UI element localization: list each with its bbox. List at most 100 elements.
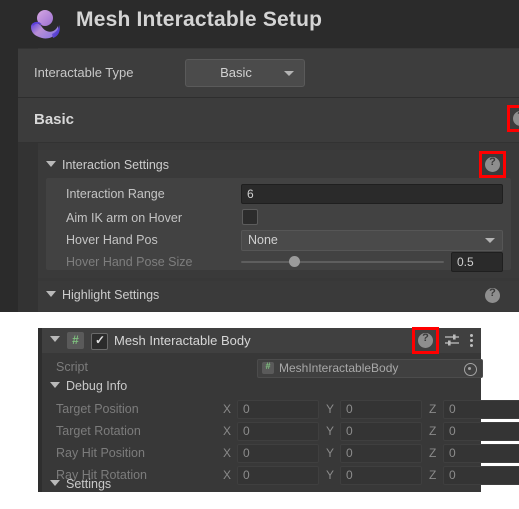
ray-hit-position-x-value: 0 — [243, 446, 250, 460]
script-icon: # — [67, 332, 84, 349]
help-icon[interactable] — [485, 287, 500, 303]
target-position-label: Target Position — [56, 402, 139, 416]
interactable-type-dropdown[interactable]: Basic — [185, 59, 305, 87]
slider-handle[interactable] — [289, 256, 300, 267]
interaction-settings-fields: Interaction Range 6 Aim IK arm on Hover … — [46, 178, 511, 272]
help-icon-highlight — [412, 327, 439, 354]
component-title: Mesh Interactable Body — [114, 333, 251, 348]
triangle-down-icon — [46, 161, 56, 167]
triangle-down-icon — [46, 291, 56, 297]
target-rotation-z-field[interactable]: 0 — [443, 422, 519, 441]
aim-ik-arm-row: Aim IK arm on Hover — [46, 208, 511, 230]
window-title: Mesh Interactable Setup — [76, 8, 323, 31]
window-titlebar: Mesh Interactable Setup — [0, 0, 519, 48]
triangle-down-icon — [50, 382, 60, 388]
target-rotation-label: Target Rotation — [56, 424, 141, 438]
highlight-settings-group: Highlight Settings — [38, 281, 519, 311]
axis-label-x: X — [223, 402, 232, 416]
ray-hit-position-z-value: 0 — [449, 446, 456, 460]
target-rotation-z-value: 0 — [449, 424, 456, 438]
hover-hand-pose-size-slider[interactable] — [241, 261, 444, 263]
basic-section-title: Basic — [34, 111, 75, 128]
hover-hand-pos-dropdown[interactable]: None — [241, 230, 503, 251]
chevron-down-icon — [485, 238, 495, 243]
hover-hand-pose-size-input[interactable]: 0.5 — [451, 252, 503, 272]
preset-icon[interactable] — [445, 334, 459, 347]
table-row: Target Position X 0 Y 0 Z 0 — [42, 400, 519, 420]
hover-hand-pose-size-value: 0.5 — [457, 255, 474, 269]
kebab-menu-icon[interactable] — [470, 334, 474, 347]
interactable-type-label: Interactable Type — [34, 65, 134, 80]
basic-section-header: Basic — [18, 98, 519, 143]
settings-foldout[interactable]: Settings — [42, 477, 481, 497]
interaction-range-row: Interaction Range 6 — [46, 184, 511, 206]
mesh-logo-icon — [28, 7, 64, 43]
checkmark-icon: ✓ — [95, 333, 106, 347]
interaction-range-label: Interaction Range — [66, 187, 165, 201]
target-rotation-x-field[interactable]: 0 — [237, 422, 319, 441]
inspector-screenshot: Mesh Interactable Setup Interactable Typ… — [0, 0, 519, 509]
target-rotation-y-field[interactable]: 0 — [340, 422, 422, 441]
target-position-z-field[interactable]: 0 — [443, 400, 519, 419]
hover-hand-pos-row: Hover Hand Pos None — [46, 230, 511, 252]
table-row: Target Rotation X 0 Y 0 Z 0 — [42, 422, 519, 442]
settings-header: Settings — [50, 477, 111, 491]
target-position-y-field[interactable]: 0 — [340, 400, 422, 419]
hover-hand-pose-size-row: Hover Hand Pose Size 0.5 — [46, 252, 511, 274]
help-icon-highlight — [479, 151, 506, 178]
axis-label-z: Z — [429, 446, 437, 460]
interactable-type-value: Basic — [220, 65, 252, 80]
hover-hand-pose-size-label: Hover Hand Pose Size — [66, 255, 193, 269]
target-rotation-x-value: 0 — [243, 424, 250, 438]
ray-hit-position-label: Ray Hit Position — [56, 446, 145, 460]
help-icon-highlight — [507, 105, 519, 132]
mesh-interactable-setup-panel: Mesh Interactable Setup Interactable Typ… — [0, 0, 519, 312]
interactable-type-row: Interactable Type Basic — [18, 49, 519, 133]
component-enabled-checkbox[interactable]: ✓ — [91, 333, 108, 350]
target-position-x-value: 0 — [243, 402, 250, 416]
mesh-interactable-body-component: # ✓ Mesh Interactable Body S — [38, 327, 519, 492]
ray-hit-position-y-field[interactable]: 0 — [340, 444, 422, 463]
interaction-range-value: 6 — [247, 187, 254, 201]
chevron-down-icon — [284, 71, 294, 76]
aim-ik-arm-label: Aim IK arm on Hover — [66, 211, 183, 225]
settings-title: Settings — [66, 477, 112, 491]
triangle-down-icon[interactable] — [50, 336, 60, 342]
debug-info-header: Debug Info — [50, 379, 127, 393]
script-row: Script # MeshInteractableBody — [42, 358, 483, 378]
script-icon-glyph: # — [72, 333, 79, 347]
axis-label-y: Y — [326, 424, 335, 438]
debug-info-foldout[interactable]: Debug Info — [42, 379, 481, 399]
hover-hand-pos-label: Hover Hand Pos — [66, 233, 158, 247]
script-icon: # — [262, 361, 274, 374]
table-row: Ray Hit Position X 0 Y 0 Z 0 — [42, 444, 519, 464]
axis-label-z: Z — [429, 402, 437, 416]
axis-label-y: Y — [326, 402, 335, 416]
axis-label-z: Z — [429, 424, 437, 438]
ray-hit-position-y-value: 0 — [346, 446, 353, 460]
triangle-down-icon — [50, 480, 60, 486]
target-position-z-value: 0 — [449, 402, 456, 416]
component-header: # ✓ Mesh Interactable Body — [42, 327, 481, 354]
target-rotation-y-value: 0 — [346, 424, 353, 438]
aim-ik-arm-checkbox[interactable] — [242, 209, 258, 225]
script-value: MeshInteractableBody — [279, 361, 399, 375]
ray-hit-position-z-field[interactable]: 0 — [443, 444, 519, 463]
debug-info-title: Debug Info — [66, 379, 128, 393]
interaction-settings-title: Interaction Settings — [62, 158, 170, 172]
axis-label-y: Y — [326, 446, 335, 460]
interaction-settings-group: Interaction Settings Interaction Range 6… — [38, 150, 519, 278]
highlight-settings-foldout[interactable]: Highlight Settings — [46, 288, 159, 302]
highlight-settings-title: Highlight Settings — [62, 288, 160, 302]
script-icon-glyph: # — [265, 361, 271, 371]
interaction-range-input[interactable]: 6 — [241, 184, 503, 204]
target-position-y-value: 0 — [346, 402, 353, 416]
axis-label-x: X — [223, 446, 232, 460]
object-picker-icon[interactable] — [464, 363, 477, 376]
ray-hit-position-x-field[interactable]: 0 — [237, 444, 319, 463]
axis-label-x: X — [223, 424, 232, 438]
script-object-field[interactable]: # MeshInteractableBody — [257, 359, 483, 378]
target-position-x-field[interactable]: 0 — [237, 400, 319, 419]
script-label: Script — [56, 360, 88, 374]
interaction-settings-foldout[interactable]: Interaction Settings — [46, 158, 169, 172]
